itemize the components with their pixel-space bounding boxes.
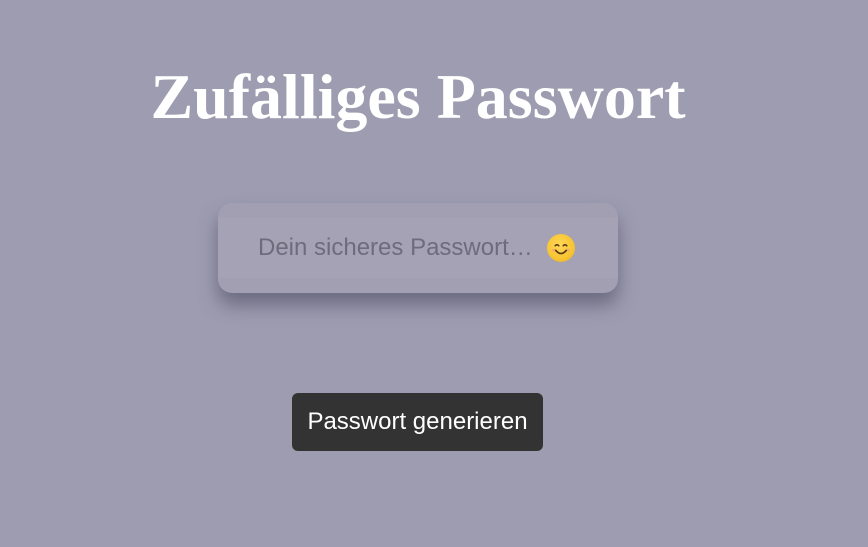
generate-password-button[interactable]: Passwort generieren	[292, 393, 543, 451]
page-title: Zufälliges Passwort	[150, 61, 686, 132]
password-generator-page: Zufälliges Passwort Passwort generieren	[0, 0, 868, 547]
smiling-face-icon[interactable]	[547, 234, 575, 262]
password-field-card	[218, 203, 618, 293]
